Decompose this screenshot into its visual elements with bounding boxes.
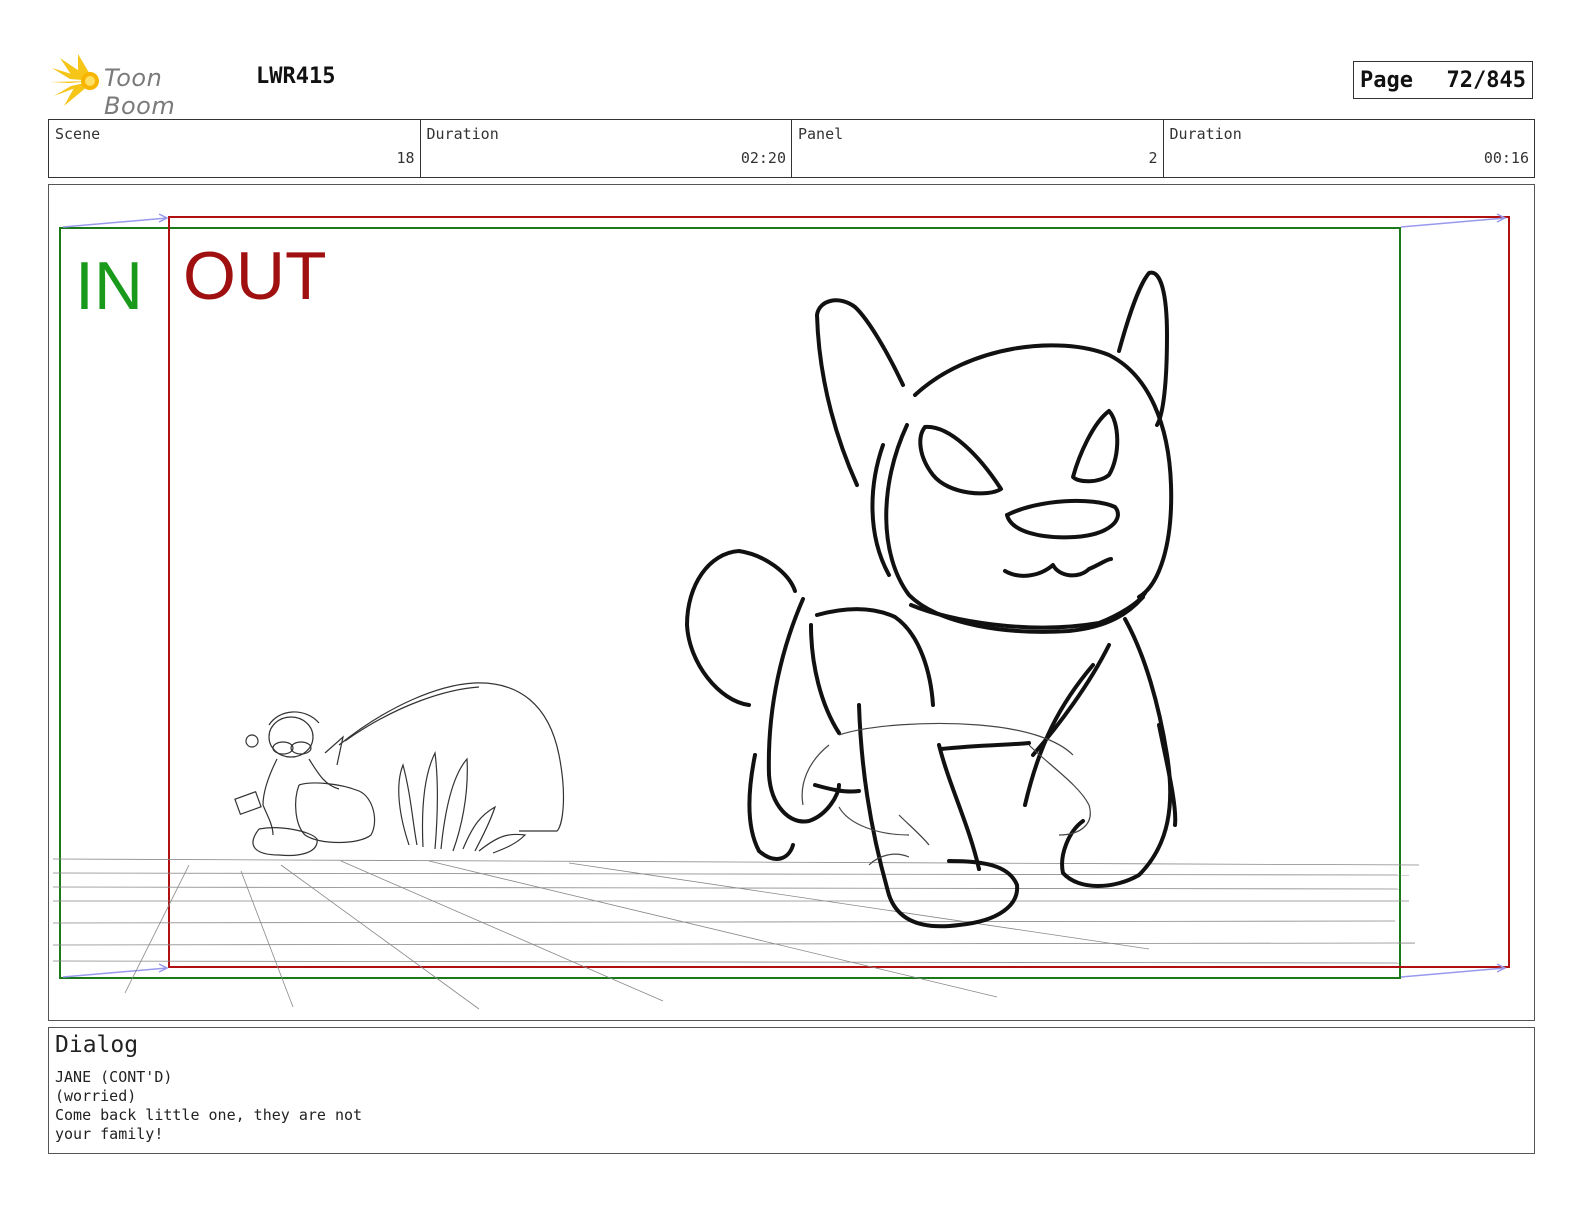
dialog-box: Dialog JANE (CONT'D) (worried) Come back… — [48, 1027, 1535, 1154]
faint-animal-sketch — [801, 722, 1091, 866]
out-label: OUT — [183, 238, 327, 314]
dialog-line: your family! — [55, 1125, 164, 1143]
panel-duration-label: Duration — [1169, 125, 1242, 143]
panel-drawing: IN OUT — [52, 213, 1510, 1010]
dialog-title: Dialog — [55, 1032, 139, 1058]
storyboard-panel: IN OUT — [48, 184, 1535, 1021]
page-label: Page — [1360, 67, 1413, 93]
dialog-line: JANE (CONT'D) — [55, 1068, 173, 1086]
panel-value: 2 — [1148, 149, 1158, 167]
panel-cell: Panel 2 — [792, 120, 1164, 177]
in-frame — [59, 227, 1401, 979]
panel-duration-cell: Duration 00:16 — [1164, 120, 1535, 177]
panel-duration-value: 00:16 — [1483, 149, 1529, 167]
dialog-line: Come back little one, they are not — [55, 1106, 363, 1124]
page-indicator: Page 72/845 — [1353, 61, 1533, 99]
scene-label: Scene — [55, 125, 101, 143]
scene-cell: Scene 18 — [49, 120, 421, 177]
scene-duration-cell: Duration 02:20 — [421, 120, 792, 177]
logo-text: Toon Boom — [104, 64, 176, 120]
dialog-lines: JANE (CONT'D) (worried) Come back little… — [55, 1068, 362, 1144]
out-frame — [168, 216, 1510, 968]
rock-and-grass — [338, 682, 565, 854]
dialog-line: (worried) — [55, 1087, 137, 1105]
starburst-icon — [50, 54, 99, 106]
scene-duration-value: 02:20 — [740, 149, 786, 167]
toon-boom-logo: Toon Boom — [50, 54, 240, 120]
creature-sketch — [685, 270, 1178, 929]
panel-label: Panel — [798, 125, 844, 143]
scene-info-table: Scene 18 Duration 02:20 Panel 2 Duration… — [48, 119, 1535, 178]
scene-duration-label: Duration — [426, 125, 499, 143]
in-label: IN — [75, 248, 143, 324]
ground-lines — [52, 858, 1420, 1010]
scene-value: 18 — [396, 149, 415, 167]
page-number: 72/845 — [1446, 67, 1526, 93]
project-code: LWR415 — [256, 64, 336, 89]
